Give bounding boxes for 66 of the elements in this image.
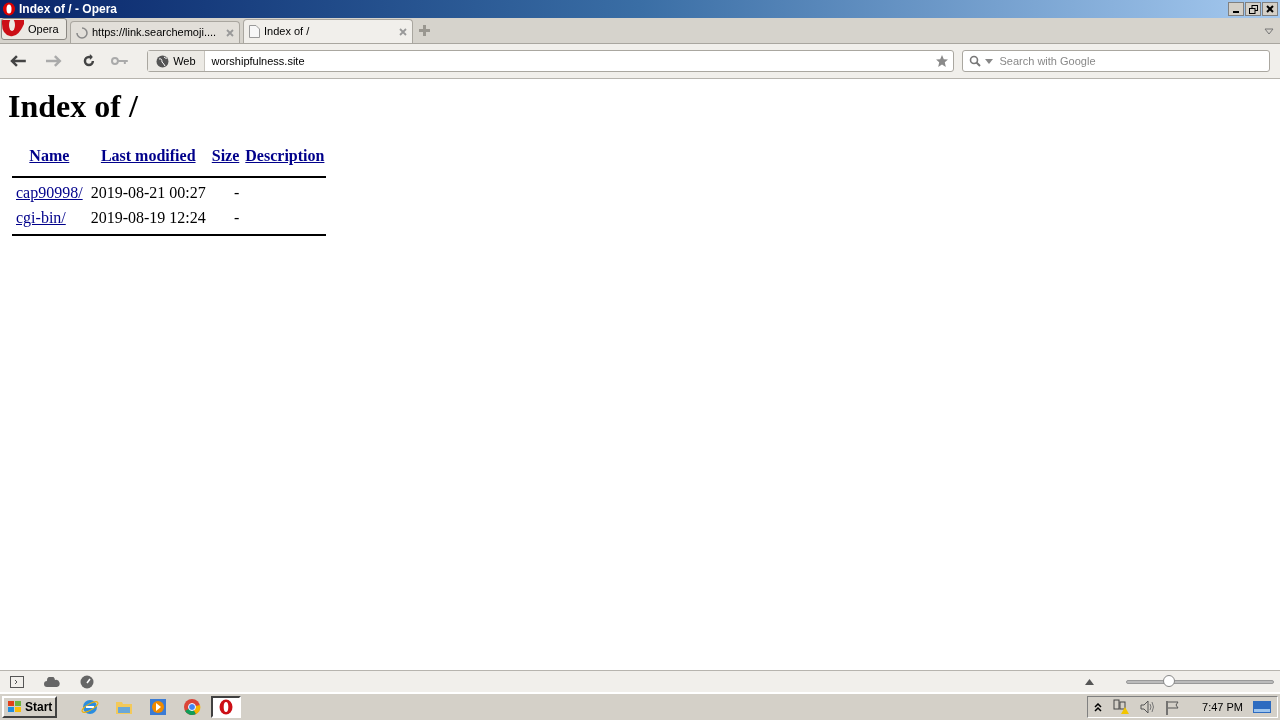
address-field[interactable]: Web worshipfulness.site [147,50,954,72]
close-icon[interactable] [226,28,234,37]
chevron-up-icon[interactable] [1094,702,1103,712]
modified-cell-text: 2019-08-19 12:24 [89,207,207,228]
minimize-button[interactable] [1228,2,1244,16]
size-cell-text: - [233,207,241,228]
new-tab-icon[interactable] [418,24,431,37]
caret-icon [984,58,993,64]
chrome-icon[interactable] [183,698,202,716]
menu-label: Opera [28,21,59,37]
opera-logo-icon [2,2,16,16]
column-header-link[interactable]: Size [211,147,240,165]
opera-menu-button[interactable]: Opera [1,18,67,40]
globe-icon [156,54,170,68]
browser-e-icon[interactable] [81,698,100,716]
search-icon [968,55,981,67]
modified-cell-text: 2019-08-21 00:27 [89,182,207,203]
column-header-link[interactable]: Name [29,147,70,165]
loading-spinner-icon [76,26,88,39]
opera-logo-icon [2,20,24,38]
back-icon[interactable] [10,54,28,68]
show-desktop-icon[interactable] [1253,700,1271,714]
tab-title: https://link.searchemoji.... [92,25,218,41]
tab[interactable]: https://link.searchemoji.... [70,21,240,43]
tab-menu-icon[interactable] [1264,28,1274,35]
close-icon[interactable] [399,27,407,36]
page-heading: Index of / [8,89,139,125]
forward-icon[interactable] [43,54,62,68]
reload-icon[interactable] [81,54,96,68]
start-button[interactable]: Start [2,696,58,718]
file-link[interactable]: cap90998/ [16,184,83,202]
close-icon [1266,5,1274,13]
flag-icon[interactable] [1166,699,1181,715]
tab[interactable]: Index of / [243,19,413,43]
tab-title: Index of / [264,24,311,40]
start-label: Start [25,699,53,716]
network-warning-icon[interactable] [1112,699,1131,715]
web-badge[interactable]: Web [148,51,205,71]
star-icon[interactable] [934,54,949,68]
speaker-icon[interactable] [1140,700,1157,714]
minimize-icon [1233,11,1239,13]
opera-taskbar-button[interactable] [211,696,242,718]
clock: 7:47 PM [1202,699,1243,715]
slider-thumb[interactable] [1162,674,1175,687]
search-field[interactable]: Search with Google [961,50,1270,72]
window-title: Index of / - Opera [19,1,117,18]
restore-button[interactable] [1245,2,1261,16]
badge-label: Web [173,53,196,69]
url-text: worshipfulness.site [210,53,306,69]
key-icon[interactable] [111,56,130,66]
column-header-link[interactable]: Last modified [100,147,196,165]
zoom-slider[interactable] [1126,674,1274,689]
search-input[interactable]: Search with Google [999,52,1263,70]
panel-icon[interactable] [10,675,24,688]
speedometer-icon[interactable] [80,674,94,689]
restore-icon [1248,4,1258,14]
cloud-icon[interactable] [44,676,60,687]
file-link[interactable]: cgi-bin/ [16,209,66,227]
column-header-link[interactable]: Description [245,147,325,165]
up-arrow-icon[interactable] [1085,678,1094,685]
close-button[interactable] [1262,2,1278,16]
page-icon [249,25,260,38]
size-cell-text: - [233,182,241,203]
media-player-icon[interactable] [149,698,168,716]
windows-logo-icon [7,700,23,714]
opera-logo-icon [219,699,234,715]
